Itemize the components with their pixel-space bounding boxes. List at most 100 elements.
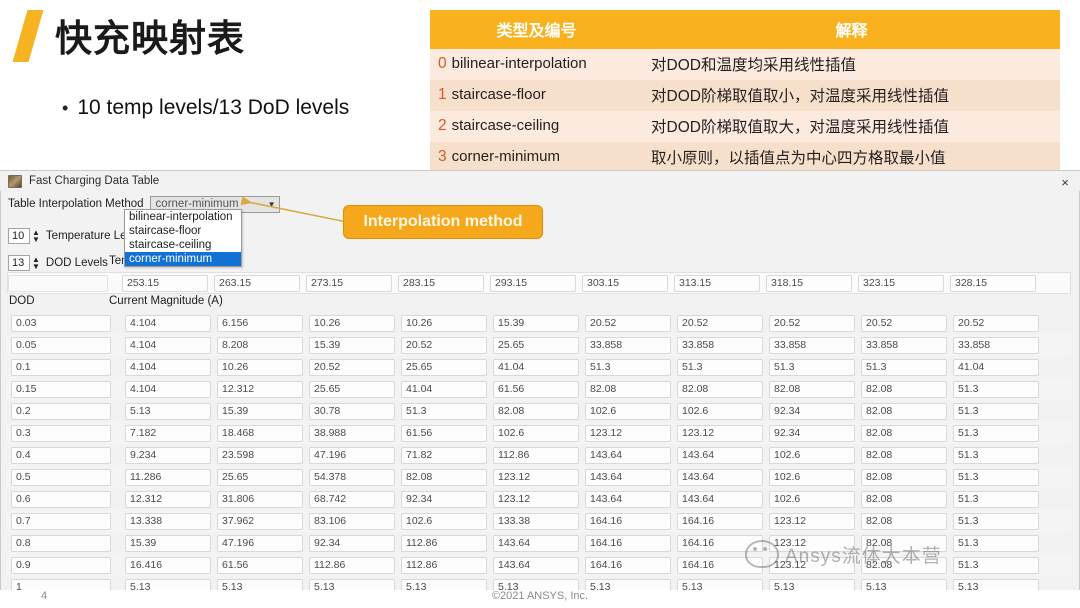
current-magnitude-cell[interactable]: 82.08 [769, 380, 855, 398]
current-magnitude-cell[interactable]: 31.806 [217, 490, 303, 508]
current-magnitude-cell[interactable]: 82.08 [861, 424, 947, 442]
current-magnitude-cell[interactable]: 51.3 [953, 468, 1039, 486]
current-magnitude-cell[interactable]: 47.196 [309, 446, 395, 464]
current-magnitude-cell[interactable]: 82.08 [861, 468, 947, 486]
current-magnitude-cell[interactable]: 10.26 [309, 314, 395, 332]
current-magnitude-cell[interactable]: 41.04 [953, 358, 1039, 376]
current-magnitude-cell[interactable]: 25.65 [217, 468, 303, 486]
current-magnitude-cell[interactable]: 4.104 [125, 358, 211, 376]
dod-value-cell[interactable]: 0.03 [11, 314, 111, 332]
current-magnitude-cell[interactable]: 164.16 [585, 534, 671, 552]
current-magnitude-cell[interactable]: 12.312 [217, 380, 303, 398]
current-magnitude-cell[interactable]: 112.86 [401, 556, 487, 574]
current-magnitude-cell[interactable]: 123.12 [769, 534, 855, 552]
current-magnitude-cell[interactable]: 15.39 [125, 534, 211, 552]
current-magnitude-cell[interactable]: 82.08 [861, 490, 947, 508]
current-magnitude-cell[interactable]: 37.962 [217, 512, 303, 530]
current-magnitude-cell[interactable]: 68.742 [309, 490, 395, 508]
temperature-header-cell-3[interactable]: 283.15 [398, 274, 484, 292]
current-magnitude-cell[interactable]: 20.52 [401, 336, 487, 354]
dropdown-option-staircase-ceiling[interactable]: staircase-ceiling [125, 238, 241, 252]
dod-value-cell[interactable]: 0.1 [11, 358, 111, 376]
current-magnitude-cell[interactable]: 102.6 [769, 490, 855, 508]
current-magnitude-cell[interactable]: 51.3 [861, 358, 947, 376]
current-magnitude-cell[interactable]: 164.16 [585, 512, 671, 530]
current-magnitude-cell[interactable]: 4.104 [125, 314, 211, 332]
current-magnitude-cell[interactable]: 102.6 [769, 468, 855, 486]
current-magnitude-cell[interactable]: 102.6 [585, 402, 671, 420]
current-magnitude-cell[interactable]: 143.64 [493, 556, 579, 574]
temperature-levels-input[interactable]: 10 [8, 228, 30, 244]
current-magnitude-cell[interactable]: 15.39 [217, 402, 303, 420]
current-magnitude-cell[interactable]: 5.13 [125, 402, 211, 420]
current-magnitude-cell[interactable]: 51.3 [953, 534, 1039, 552]
temperature-levels-stepper[interactable]: ▲ ▼ [32, 229, 40, 244]
current-magnitude-cell[interactable]: 47.196 [217, 534, 303, 552]
current-magnitude-cell[interactable]: 61.56 [217, 556, 303, 574]
current-magnitude-cell[interactable]: 10.26 [401, 314, 487, 332]
current-magnitude-cell[interactable]: 51.3 [953, 424, 1039, 442]
current-magnitude-cell[interactable]: 102.6 [769, 446, 855, 464]
current-magnitude-cell[interactable]: 33.858 [677, 336, 763, 354]
current-magnitude-cell[interactable]: 92.34 [769, 424, 855, 442]
current-magnitude-cell[interactable]: 41.04 [401, 380, 487, 398]
current-magnitude-cell[interactable]: 82.08 [677, 380, 763, 398]
current-magnitude-cell[interactable]: 20.52 [861, 314, 947, 332]
current-magnitude-cell[interactable]: 133.38 [493, 512, 579, 530]
current-magnitude-cell[interactable]: 82.08 [861, 402, 947, 420]
current-magnitude-cell[interactable]: 123.12 [677, 424, 763, 442]
current-magnitude-cell[interactable]: 51.3 [953, 446, 1039, 464]
current-magnitude-cell[interactable]: 15.39 [309, 336, 395, 354]
current-magnitude-cell[interactable]: 92.34 [309, 534, 395, 552]
current-magnitude-cell[interactable]: 164.16 [585, 556, 671, 574]
current-magnitude-cell[interactable]: 18.468 [217, 424, 303, 442]
temperature-header-cell-9[interactable]: 328.15 [950, 274, 1036, 292]
current-magnitude-cell[interactable]: 82.08 [861, 534, 947, 552]
temperature-header-cell-4[interactable]: 293.15 [490, 274, 576, 292]
current-magnitude-cell[interactable]: 143.64 [585, 468, 671, 486]
current-magnitude-cell[interactable]: 143.64 [585, 446, 671, 464]
current-magnitude-cell[interactable]: 20.52 [677, 314, 763, 332]
current-magnitude-cell[interactable]: 82.08 [861, 556, 947, 574]
current-magnitude-cell[interactable]: 112.86 [401, 534, 487, 552]
current-magnitude-cell[interactable]: 51.3 [769, 358, 855, 376]
current-magnitude-cell[interactable]: 82.08 [585, 380, 671, 398]
current-magnitude-cell[interactable]: 82.08 [861, 380, 947, 398]
current-magnitude-cell[interactable]: 7.182 [125, 424, 211, 442]
temperature-header-cell-0[interactable]: 253.15 [122, 274, 208, 292]
current-magnitude-cell[interactable]: 20.52 [953, 314, 1039, 332]
current-magnitude-cell[interactable]: 123.12 [769, 512, 855, 530]
current-magnitude-cell[interactable]: 143.64 [493, 534, 579, 552]
current-magnitude-cell[interactable]: 51.3 [953, 490, 1039, 508]
current-magnitude-cell[interactable]: 143.64 [677, 446, 763, 464]
current-magnitude-cell[interactable]: 102.6 [677, 402, 763, 420]
current-magnitude-cell[interactable]: 83.106 [309, 512, 395, 530]
close-icon[interactable]: × [1054, 173, 1076, 191]
dod-value-cell[interactable]: 0.15 [11, 380, 111, 398]
temperature-header-cell-6[interactable]: 313.15 [674, 274, 760, 292]
dod-value-cell[interactable]: 0.05 [11, 336, 111, 354]
current-magnitude-cell[interactable]: 112.86 [309, 556, 395, 574]
current-magnitude-cell[interactable]: 6.156 [217, 314, 303, 332]
current-magnitude-cell[interactable]: 33.858 [953, 336, 1039, 354]
current-magnitude-cell[interactable]: 15.39 [493, 314, 579, 332]
current-magnitude-cell[interactable]: 71.82 [401, 446, 487, 464]
current-magnitude-cell[interactable]: 51.3 [677, 358, 763, 376]
current-magnitude-cell[interactable]: 8.208 [217, 336, 303, 354]
current-magnitude-cell[interactable]: 33.858 [769, 336, 855, 354]
dod-value-cell[interactable]: 0.2 [11, 402, 111, 420]
current-magnitude-cell[interactable]: 25.65 [493, 336, 579, 354]
dod-value-cell[interactable]: 0.4 [11, 446, 111, 464]
current-magnitude-cell[interactable]: 33.858 [861, 336, 947, 354]
current-magnitude-cell[interactable]: 123.12 [769, 556, 855, 574]
current-magnitude-cell[interactable]: 164.16 [677, 512, 763, 530]
current-magnitude-cell[interactable]: 41.04 [493, 358, 579, 376]
current-magnitude-cell[interactable]: 164.16 [677, 556, 763, 574]
current-magnitude-cell[interactable]: 11.286 [125, 468, 211, 486]
current-magnitude-cell[interactable]: 38.988 [309, 424, 395, 442]
dod-value-cell[interactable]: 0.9 [11, 556, 111, 574]
current-magnitude-cell[interactable]: 33.858 [585, 336, 671, 354]
current-magnitude-cell[interactable]: 123.12 [493, 468, 579, 486]
dropdown-option-corner-minimum[interactable]: corner-minimum [125, 252, 241, 266]
current-magnitude-cell[interactable]: 123.12 [585, 424, 671, 442]
